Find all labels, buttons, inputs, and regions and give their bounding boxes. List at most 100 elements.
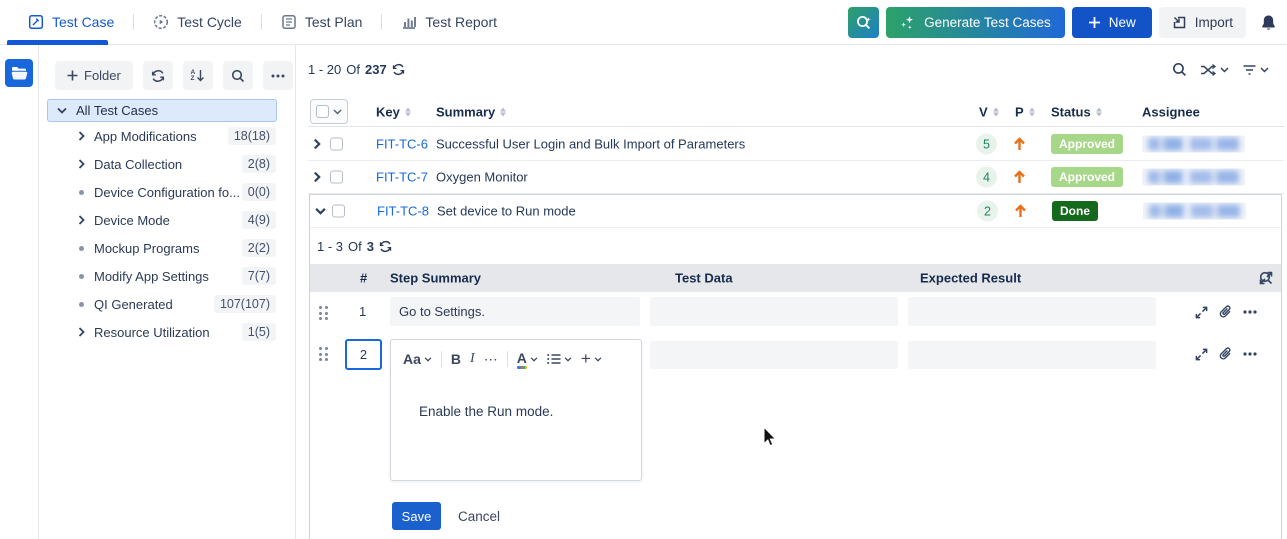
text-color-dropdown[interactable]: A (516, 350, 538, 369)
row-checkbox[interactable] (330, 170, 343, 184)
step-summary-editor[interactable]: Aa B I ⋯ A + Enable the Run mode. (390, 339, 642, 481)
new-button[interactable]: New (1071, 7, 1152, 38)
select-all-control[interactable] (310, 99, 348, 124)
search-list-icon[interactable] (1172, 62, 1187, 77)
more-formatting-button[interactable]: ⋯ (484, 351, 498, 368)
tree-item-app-modifications[interactable]: App Modifications 18(18) (40, 122, 295, 150)
chevron-down-icon (57, 107, 67, 114)
total-count: 3 (366, 239, 374, 254)
expand-row-icon[interactable] (313, 171, 321, 183)
step-expected-result-cell[interactable] (908, 297, 1156, 326)
refresh-icon[interactable] (392, 63, 405, 76)
drag-handle[interactable] (319, 347, 328, 361)
tree-item-mockup-programs[interactable]: Mockup Programs 2(2) (40, 234, 295, 262)
sort-arrows-icon (992, 107, 999, 117)
steps-table-header: # Step Summary Test Data Expected Result (310, 264, 1281, 292)
text-style-dropdown[interactable]: Aa (403, 351, 432, 367)
list-tools (1172, 62, 1269, 77)
column-header-priority[interactable]: P (1015, 105, 1035, 120)
test-case-key-link[interactable]: FIT-TC-7 (376, 170, 428, 185)
insert-dropdown[interactable]: + (581, 349, 602, 369)
tree-item-count: 2(8) (241, 155, 276, 173)
priority-up-icon (1014, 204, 1027, 219)
refresh-icon[interactable] (379, 240, 392, 253)
table-header: Key Summary V P Status Assignee (308, 98, 1284, 127)
row-checkbox[interactable] (330, 137, 343, 151)
test-case-icon (28, 14, 44, 30)
tab-separator (133, 14, 135, 30)
assignee-blurred (1142, 168, 1245, 186)
save-button[interactable]: Save (392, 502, 441, 530)
more-folder-actions-button[interactable] (262, 61, 293, 90)
editor-content[interactable]: Enable the Run mode. (391, 376, 641, 419)
tree-item-modify-app-settings[interactable]: Modify App Settings 7(7) (40, 262, 295, 290)
folders-panel-toggle[interactable] (5, 59, 33, 87)
expand-step-icon[interactable] (1195, 348, 1208, 361)
more-step-actions-icon[interactable] (1243, 352, 1257, 356)
test-case-summary[interactable]: Oxygen Monitor (436, 170, 528, 185)
tree-item-qi-generated[interactable]: QI Generated 107(107) (40, 290, 295, 318)
drag-handle[interactable] (319, 306, 328, 320)
range-text: 1 - 3 (317, 239, 344, 254)
tab-test-plan[interactable]: Test Plan (281, 14, 362, 30)
column-header-assignee[interactable]: Assignee (1142, 105, 1200, 120)
left-rail (0, 45, 39, 539)
table-row[interactable]: FIT-TC-7 Oxygen Monitor 4 Approved (308, 161, 1284, 194)
plus-icon (67, 70, 78, 81)
tree-item-device-mode[interactable]: Device Mode 4(9) (40, 206, 295, 234)
refresh-folders-button[interactable] (142, 61, 173, 90)
tree-item-label: Modify App Settings (94, 268, 209, 284)
generate-test-cases-button[interactable]: Generate Test Cases (886, 7, 1065, 38)
bold-button[interactable]: B (451, 351, 461, 367)
list-dropdown[interactable] (547, 353, 572, 365)
expanded-test-case-panel: FIT-TC-8 Set device to Run mode 2 Done 1… (309, 194, 1282, 539)
ai-search-button[interactable] (848, 7, 880, 38)
column-header-key[interactable]: Key (376, 105, 411, 120)
tree-item-count: 4(9) (241, 211, 276, 229)
expand-steps-icon[interactable] (1259, 271, 1273, 285)
shuffle-columns-control[interactable] (1200, 63, 1229, 77)
cancel-button[interactable]: Cancel (458, 502, 500, 530)
test-case-list: 1 - 20 Of 237 Key Summary V P Status Ass… (297, 45, 1287, 539)
tab-test-case[interactable]: Test Case (28, 14, 114, 30)
row-checkbox[interactable] (332, 204, 345, 218)
step-number-input[interactable] (345, 339, 382, 370)
more-step-actions-icon[interactable] (1243, 310, 1257, 314)
sort-folders-button[interactable]: AZ (182, 61, 213, 90)
notifications-bell-icon[interactable] (1260, 14, 1277, 32)
attachment-icon[interactable] (1219, 347, 1232, 361)
expand-row-icon[interactable] (313, 138, 321, 150)
import-button[interactable]: Import (1158, 7, 1246, 38)
column-header-version[interactable]: V (979, 105, 999, 120)
add-folder-button[interactable]: Folder (55, 61, 133, 90)
select-all-checkbox[interactable] (316, 105, 329, 118)
expand-step-icon[interactable] (1195, 306, 1208, 319)
add-folder-label: Folder (84, 68, 121, 83)
attachment-icon[interactable] (1219, 305, 1232, 319)
step-summary-cell[interactable]: Go to Settings. (390, 297, 640, 326)
collapse-row-icon[interactable] (315, 207, 326, 215)
tab-test-cycle[interactable]: Test Cycle (153, 14, 242, 30)
step-expected-result-cell[interactable] (908, 341, 1156, 369)
test-case-summary[interactable]: Set device to Run mode (437, 204, 576, 219)
tree-item-all-test-cases[interactable]: All Test Cases (47, 99, 277, 122)
column-header-summary[interactable]: Summary (436, 105, 507, 120)
tree-item-resource-utilization[interactable]: Resource Utilization 1(5) (40, 318, 295, 346)
search-icon (231, 69, 245, 83)
toolbar-separator (440, 351, 442, 367)
test-case-summary[interactable]: Successful User Login and Bulk Import of… (436, 137, 745, 152)
step-test-data-cell[interactable] (650, 341, 898, 369)
filter-control[interactable] (1242, 63, 1269, 76)
test-case-key-link[interactable]: FIT-TC-8 (377, 204, 429, 219)
tree-item-data-collection[interactable]: Data Collection 2(8) (40, 150, 295, 178)
tab-label: Test Cycle (177, 14, 242, 30)
search-folders-button[interactable] (222, 61, 253, 90)
column-header-status[interactable]: Status (1051, 105, 1102, 120)
test-case-key-link[interactable]: FIT-TC-6 (376, 137, 428, 152)
tree-item-device-configuration[interactable]: Device Configuration fo... 0(0) (40, 178, 295, 206)
table-row[interactable]: FIT-TC-6 Successful User Login and Bulk … (308, 128, 1284, 161)
tab-test-report[interactable]: Test Report (401, 14, 497, 30)
step-test-data-cell[interactable] (650, 297, 898, 326)
italic-button[interactable]: I (470, 351, 475, 367)
table-row-expanded[interactable]: FIT-TC-8 Set device to Run mode 2 Done (310, 195, 1281, 228)
